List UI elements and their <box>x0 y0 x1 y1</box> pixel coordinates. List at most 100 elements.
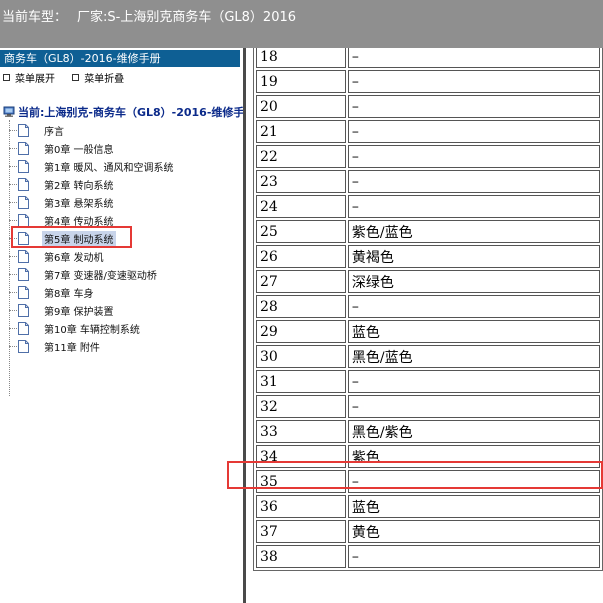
tree-item-label: 第10章 车辆控制系统 <box>44 324 140 336</box>
tree-branch-line <box>9 219 17 221</box>
document-icon <box>18 303 29 317</box>
table-row: 32– <box>256 395 600 418</box>
table-row: 18– <box>256 48 600 68</box>
tree-item[interactable]: 第2章 转向系统 <box>9 176 116 192</box>
tree-item-label: 序言 <box>44 126 64 138</box>
pin-number-cell: 26 <box>256 245 346 268</box>
menu-actions: 菜单展开 菜单折叠 <box>3 70 138 85</box>
table-row: 38– <box>256 545 600 568</box>
menu-expand-label: 菜单展开 <box>15 74 55 85</box>
pin-number-cell: 25 <box>256 220 346 243</box>
document-icon <box>18 195 29 209</box>
table-row: 33 黑色/紫色 <box>256 420 600 443</box>
table-row: 20– <box>256 95 600 118</box>
table-row: 28– <box>256 295 600 318</box>
tree-item-label: 第2章 转向系统 <box>44 180 114 192</box>
collapse-icon <box>72 74 80 81</box>
pin-number-cell: 24 <box>256 195 346 218</box>
tree-item-label: 第7章 变速器/变速驱动桥 <box>44 270 157 282</box>
pin-number-cell: 31 <box>256 370 346 393</box>
tree-item[interactable]: 第6章 发动机 <box>9 248 106 264</box>
tree-item[interactable]: 第1章 暖风、通风和空调系统 <box>9 158 176 174</box>
table-row: 23– <box>256 170 600 193</box>
wire-color-cell: – <box>347 170 600 193</box>
menu-collapse-button[interactable]: 菜单折叠 <box>72 70 124 85</box>
tree-item[interactable]: 第0章 一般信息 <box>9 140 116 156</box>
tree-branch-line <box>9 309 17 311</box>
pin-number-cell: 30 <box>256 345 346 368</box>
pin-number-cell: 19 <box>256 70 346 93</box>
menu-collapse-label: 菜单折叠 <box>84 74 125 85</box>
wire-color-cell: 蓝色 <box>347 495 600 518</box>
tree-branch-line <box>9 165 17 167</box>
wire-color-cell: – <box>347 70 600 93</box>
table-row: 29 蓝色 <box>256 320 600 343</box>
pin-number-cell: 22 <box>256 145 346 168</box>
top-bar: 当前车型： 厂家:S-上海别克商务车（GL8）2016 <box>0 0 603 48</box>
wire-color-cell: 蓝色 <box>347 320 600 343</box>
tree-item[interactable]: 第11章 附件 <box>9 338 102 354</box>
tree-branch-line <box>9 147 17 149</box>
computer-icon <box>3 106 15 117</box>
pin-number-cell: 18 <box>256 48 346 68</box>
table-row: 36 蓝色 <box>256 495 600 518</box>
pin-number-cell: 38 <box>256 545 346 568</box>
menu-expand-button[interactable]: 菜单展开 <box>3 70 55 85</box>
tree-item[interactable]: 序言 <box>9 122 66 138</box>
wire-color-cell: – <box>347 95 600 118</box>
wire-color-cell: 黑色/紫色 <box>347 420 600 443</box>
pin-number-cell: 23 <box>256 170 346 193</box>
pin-number-cell: 29 <box>256 320 346 343</box>
document-icon <box>18 321 29 335</box>
table-row: 19– <box>256 70 600 93</box>
pin-number-cell: 36 <box>256 495 346 518</box>
wire-color-cell: – <box>347 395 600 418</box>
table-row: 25 紫色/蓝色 <box>256 220 600 243</box>
selection-annotation-box <box>11 226 132 248</box>
pin-number-cell: 28 <box>256 295 346 318</box>
table-row: 30 黑色/蓝色 <box>256 345 600 368</box>
tree-item[interactable]: 第10章 车辆控制系统 <box>9 320 142 336</box>
tree-item-label: 第6章 发动机 <box>44 252 104 264</box>
tree-item[interactable]: 第8章 车身 <box>9 284 96 300</box>
tree-item[interactable]: 第3章 悬架系统 <box>9 194 116 210</box>
tree-branch-line <box>9 327 17 329</box>
document-icon <box>18 285 29 299</box>
vehicle-model-label: 当前车型： <box>2 10 68 25</box>
table-row: 26 黄褐色 <box>256 245 600 268</box>
tree-branch-line <box>9 129 17 131</box>
wire-color-cell: – <box>347 295 600 318</box>
table-row: 21– <box>256 120 600 143</box>
tree-branch-line <box>9 291 17 293</box>
row-annotation-box <box>227 461 603 489</box>
wire-color-cell: – <box>347 195 600 218</box>
pin-number-cell: 27 <box>256 270 346 293</box>
wire-color-cell: 紫色/蓝色 <box>347 220 600 243</box>
tree-item-label: 第1章 暖风、通风和空调系统 <box>44 162 174 174</box>
tree-branch-line <box>9 183 17 185</box>
sidebar: 商务车（GL8）-2016-维修手册 菜单展开 菜单折叠 当前:上海别克-商务车… <box>0 48 243 603</box>
tree-item-label: 第11章 附件 <box>44 342 100 354</box>
tree-item-label: 第3章 悬架系统 <box>44 198 114 210</box>
wire-color-cell: 深绿色 <box>347 270 600 293</box>
document-icon <box>18 159 29 173</box>
tree-root[interactable]: 当前:上海别克-商务车（GL8）-2016-维修手册 <box>3 104 243 120</box>
tree-item[interactable]: 第7章 变速器/变速驱动桥 <box>9 266 159 282</box>
expand-icon <box>3 74 10 81</box>
wire-color-cell: 黑色/蓝色 <box>347 345 600 368</box>
document-icon <box>18 177 29 191</box>
wire-color-cell: – <box>347 545 600 568</box>
pin-number-cell: 21 <box>256 120 346 143</box>
tree-branch-line <box>9 255 17 257</box>
tree-branch-line <box>9 273 17 275</box>
document-icon <box>18 249 29 263</box>
tree-item[interactable]: 第9章 保护装置 <box>9 302 116 318</box>
wire-color-cell: – <box>347 145 600 168</box>
tree-item-label: 第8章 车身 <box>44 288 94 300</box>
document-icon <box>18 339 29 353</box>
wire-color-cell: 黄色 <box>347 520 600 543</box>
tree-item-label: 第9章 保护装置 <box>44 306 114 318</box>
wire-color-cell: 黄褐色 <box>347 245 600 268</box>
pin-number-cell: 32 <box>256 395 346 418</box>
document-icon <box>18 123 29 137</box>
